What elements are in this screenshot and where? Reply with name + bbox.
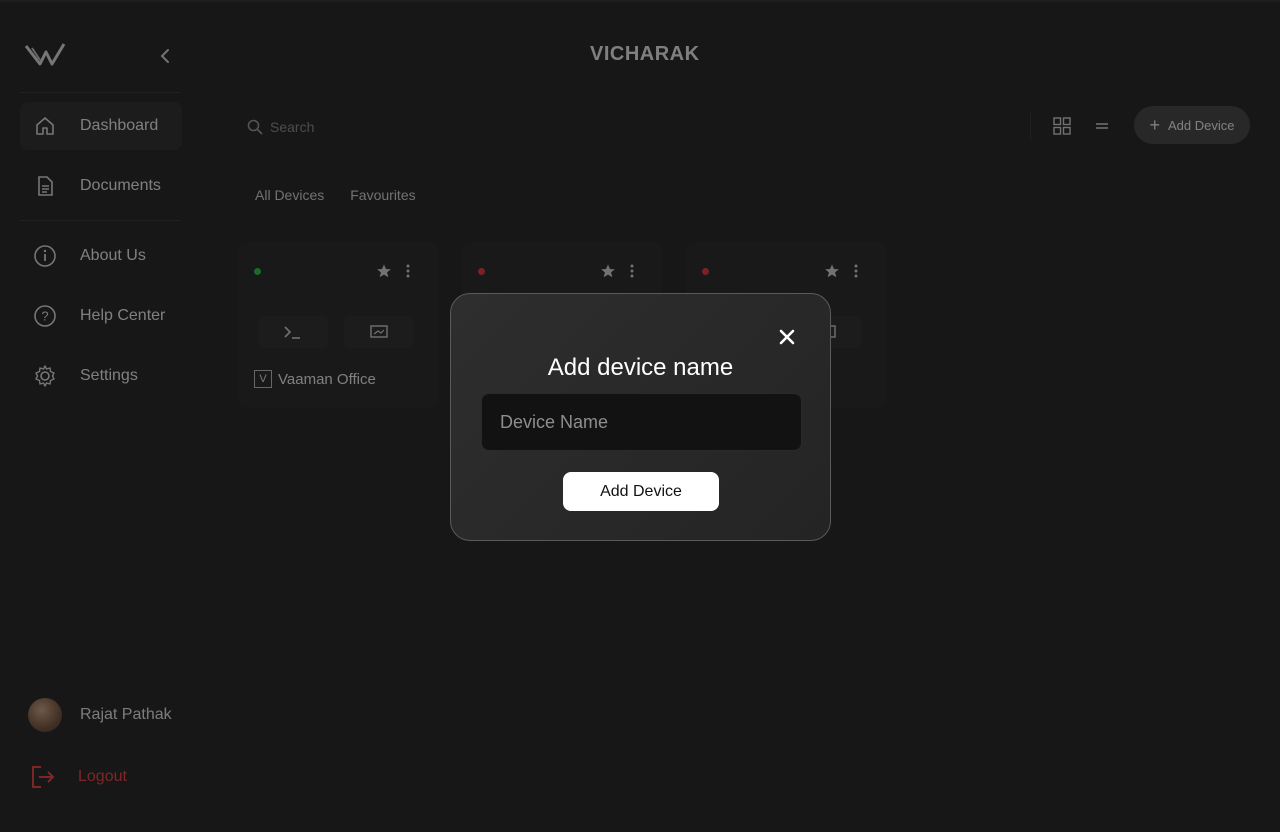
close-icon[interactable] <box>778 328 796 346</box>
add-device-submit-button[interactable]: Add Device <box>563 472 719 511</box>
add-device-modal: Add device name Add Device <box>450 293 831 541</box>
modal-title: Add device name <box>547 354 734 381</box>
device-name-input[interactable] <box>481 393 802 451</box>
